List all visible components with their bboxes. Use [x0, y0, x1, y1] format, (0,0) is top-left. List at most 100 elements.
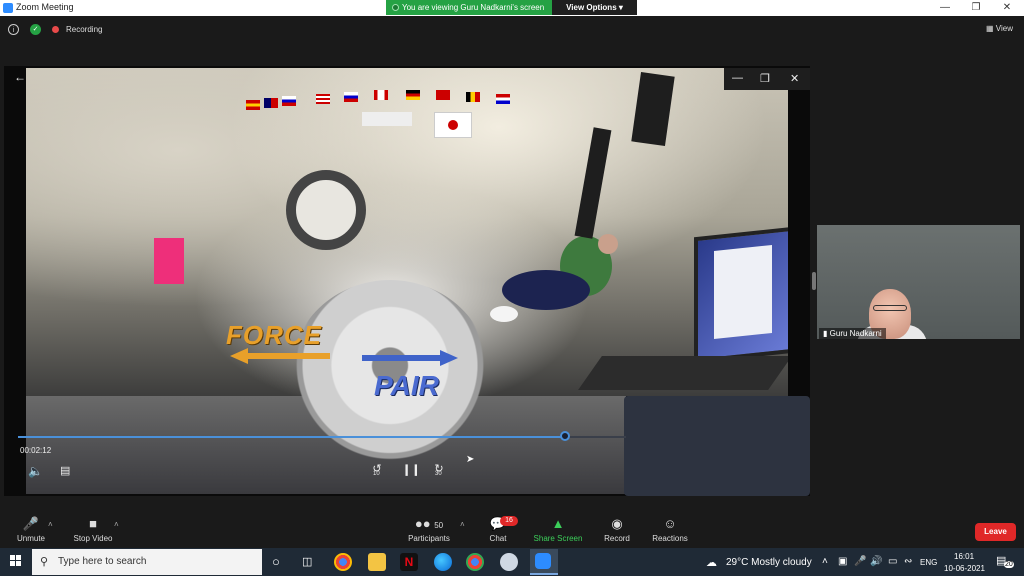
smiley-icon: ☺ — [663, 516, 677, 531]
taskbar-search-box[interactable]: ⚲ Type here to search — [32, 549, 262, 575]
chrome-profile-icon[interactable] — [466, 553, 484, 571]
share-screen-button[interactable]: ▲ Share Screen — [530, 512, 586, 543]
participant-video-tile[interactable]: ▮ Guru Nadkarni — [817, 225, 1020, 339]
restore-icon[interactable]: ❐ — [760, 72, 770, 85]
record-button[interactable]: ◉ Record — [602, 512, 632, 543]
resize-handle[interactable] — [812, 272, 816, 290]
microphone-icon[interactable]: 🎤 — [854, 556, 866, 567]
leave-button[interactable]: Leave — [975, 523, 1016, 541]
edge-icon[interactable] — [434, 553, 452, 571]
search-placeholder: Type here to search — [58, 556, 147, 567]
volume-icon[interactable]: 🔈 — [28, 464, 43, 478]
chevron-up-icon[interactable]: ˄ — [114, 520, 119, 529]
chevron-up-icon[interactable]: ˄ — [822, 556, 828, 567]
chevron-up-icon[interactable]: ˄ — [460, 520, 465, 529]
shared-window-controls: — ❐ ✕ — [724, 68, 810, 90]
zoom-app-icon — [3, 3, 13, 13]
screen-share-icon — [392, 4, 399, 11]
share-screen-icon: ▲ — [551, 516, 565, 531]
minimize-icon[interactable]: — — [930, 1, 960, 15]
unmute-label: Unmute — [16, 534, 45, 543]
forward-seconds: 30 — [435, 471, 442, 477]
restore-icon[interactable]: ❐ — [961, 1, 991, 15]
share-screen-label: Share Screen — [533, 534, 583, 543]
laptop-document — [714, 244, 772, 340]
cloud-icon: ☁ — [706, 557, 717, 569]
window-title: Zoom Meeting — [16, 2, 74, 12]
zoom-taskbar-button[interactable] — [530, 549, 558, 575]
speaker-icon[interactable]: 🔊 — [870, 556, 882, 567]
rewind-10-button[interactable]: ↺ 10 — [368, 462, 386, 477]
flag-icon — [406, 90, 420, 100]
flag-icon — [246, 100, 260, 110]
participants-button[interactable]: ●● 50 Participants — [404, 512, 454, 543]
minimize-icon[interactable]: — — [732, 72, 743, 84]
app-icon[interactable] — [500, 553, 518, 571]
flag-icon — [436, 90, 450, 100]
pause-icon[interactable]: ❙❙ — [402, 463, 420, 476]
participants-label: Participants — [408, 534, 450, 543]
clock-time[interactable]: 16:01 — [954, 552, 974, 561]
flag-icon — [374, 90, 388, 100]
recording-icon — [52, 26, 59, 33]
arrow-right-icon — [362, 350, 458, 366]
flag-icon — [496, 94, 510, 104]
meeting-info-bar: i ✓ Recording ▦ View — [0, 16, 1024, 42]
clock-date[interactable]: 10-06-2021 — [944, 564, 985, 573]
view-button[interactable]: ▦ View — [986, 24, 1013, 33]
reactions-label: Reactions — [652, 534, 688, 543]
close-icon[interactable]: ✕ — [790, 72, 799, 85]
force-label: FORCE — [226, 320, 322, 350]
windows-start-icon[interactable] — [10, 555, 22, 567]
info-icon[interactable]: i — [8, 24, 19, 35]
notification-count: 20 — [1004, 561, 1014, 568]
language-indicator[interactable]: ENG — [920, 558, 937, 567]
participant-name: Guru Nadkarni — [829, 329, 882, 338]
chevron-up-icon[interactable]: ˄ — [48, 520, 53, 529]
porthole — [286, 170, 366, 250]
video-camera-icon: ■ — [89, 516, 97, 531]
chat-label: Chat — [489, 534, 507, 543]
stop-video-button[interactable]: ■ Stop Video — [70, 512, 116, 543]
network-share-icon[interactable]: ▣ — [838, 556, 847, 567]
progress-fill — [18, 436, 565, 438]
rewind-seconds: 10 — [373, 471, 380, 477]
laptop-base — [578, 356, 788, 390]
shield-icon[interactable]: ✓ — [30, 24, 41, 35]
captions-icon[interactable]: ▤ — [60, 464, 70, 477]
unmute-button[interactable]: 🎤 Unmute — [12, 512, 50, 543]
close-icon[interactable]: ✕ — [992, 1, 1022, 15]
forward-30-button[interactable]: ↻ 30 — [430, 462, 448, 477]
task-view-icon[interactable]: ◫ — [302, 555, 312, 568]
japan-flag — [434, 112, 472, 138]
netflix-icon[interactable]: N — [400, 553, 418, 571]
cortana-icon[interactable]: ○ — [272, 554, 280, 569]
weather-text[interactable]: 29°C Mostly cloudy — [726, 557, 812, 568]
progress-knob[interactable] — [560, 431, 570, 441]
recording-label: Recording — [66, 25, 103, 34]
back-arrow-icon[interactable]: ← — [14, 70, 26, 84]
signal-icon: ▮ — [823, 329, 828, 338]
battery-icon[interactable]: ▭ — [888, 556, 897, 567]
flag-icon — [344, 92, 358, 102]
record-label: Record — [604, 534, 630, 543]
flag-icon — [466, 92, 480, 102]
video-overlay-panel — [624, 396, 810, 496]
viewing-banner: You are viewing Guru Nadkarni's screen — [386, 0, 552, 15]
grid-icon: ▦ — [986, 24, 994, 33]
reactions-button[interactable]: ☺ Reactions — [650, 512, 690, 543]
cursor-icon: ➤ — [466, 454, 475, 465]
astronaut — [490, 234, 618, 322]
participant-name-tag: ▮ Guru Nadkarni — [819, 328, 886, 339]
chrome-icon[interactable] — [334, 553, 352, 571]
pair-label: PAIR — [374, 370, 439, 401]
shared-screen[interactable]: FORCE PAIR — ❐ ✕ ← — [4, 66, 810, 496]
participants-count: 50 — [434, 521, 444, 530]
record-icon: ◉ — [611, 516, 623, 531]
participant-glasses — [873, 305, 907, 311]
wifi-icon[interactable]: ∾ — [904, 556, 912, 567]
notifications-button[interactable]: ▤ 20 — [996, 554, 1014, 568]
file-explorer-icon[interactable] — [368, 553, 386, 571]
view-options-label: View Options — [566, 3, 617, 12]
view-options-button[interactable]: View Options ▾ — [552, 0, 637, 15]
